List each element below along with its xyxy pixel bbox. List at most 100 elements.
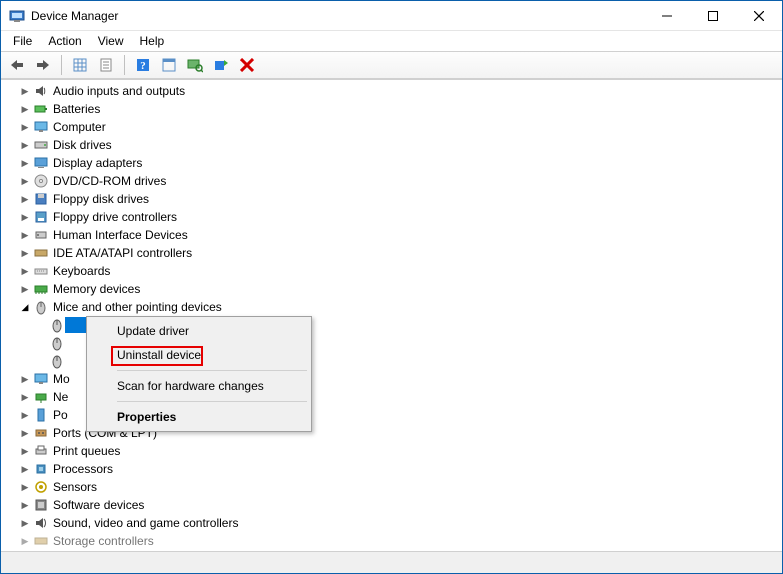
properties-button[interactable]: [94, 53, 118, 77]
chevron-right-icon[interactable]: ▶: [19, 427, 31, 439]
close-button[interactable]: [736, 1, 782, 30]
chevron-right-icon[interactable]: ▶: [19, 193, 31, 205]
tree-node-sensors[interactable]: ▶ Sensors: [1, 478, 782, 496]
ctx-label: Uninstall device: [117, 348, 201, 362]
tree-label: IDE ATA/ATAPI controllers: [53, 246, 192, 260]
options-button[interactable]: [157, 53, 181, 77]
uninstall-button[interactable]: [235, 53, 259, 77]
tree-node-display[interactable]: ▶ Display adapters: [1, 154, 782, 172]
tree-label: Audio inputs and outputs: [53, 84, 185, 98]
tree-label: Mo: [53, 372, 70, 386]
tree-node-floppy-ctrl[interactable]: ▶ Floppy drive controllers: [1, 208, 782, 226]
chevron-right-icon[interactable]: ▶: [19, 481, 31, 493]
chevron-right-icon[interactable]: ▶: [19, 175, 31, 187]
tree-node-mice[interactable]: ◢ Mice and other pointing devices: [1, 298, 782, 316]
chevron-right-icon[interactable]: ▶: [19, 265, 31, 277]
tree-label: Print queues: [53, 444, 120, 458]
context-menu: Update driver Uninstall device Scan for …: [86, 316, 312, 432]
chevron-right-icon[interactable]: ▶: [19, 229, 31, 241]
forward-button[interactable]: [31, 53, 55, 77]
ctx-label: Update driver: [117, 324, 189, 338]
chevron-right-icon[interactable]: ▶: [19, 535, 31, 547]
chevron-right-icon[interactable]: ▶: [19, 139, 31, 151]
tree-node-storage[interactable]: ▶ Storage controllers: [1, 532, 782, 550]
chevron-right-icon[interactable]: ▶: [19, 103, 31, 115]
menu-help[interactable]: Help: [132, 32, 173, 50]
ctx-properties[interactable]: Properties: [89, 405, 309, 429]
delete-x-icon: [240, 58, 254, 72]
grid-icon: [72, 57, 88, 73]
tree-label: Floppy disk drives: [53, 192, 149, 206]
tree-node-batteries[interactable]: ▶ Batteries: [1, 100, 782, 118]
network-icon: [33, 389, 49, 405]
tree-node-keyboards[interactable]: ▶ Keyboards: [1, 262, 782, 280]
tree-node-memory[interactable]: ▶ Memory devices: [1, 280, 782, 298]
back-button[interactable]: [5, 53, 29, 77]
chevron-right-icon[interactable]: ▶: [19, 121, 31, 133]
ctx-uninstall-device[interactable]: Uninstall device: [89, 343, 309, 367]
ctx-label: Scan for hardware changes: [117, 379, 264, 393]
chevron-right-icon[interactable]: ▶: [19, 409, 31, 421]
chevron-right-icon[interactable]: ▶: [19, 211, 31, 223]
tree-node-sound[interactable]: ▶ Sound, video and game controllers: [1, 514, 782, 532]
tree-node-ide[interactable]: ▶ IDE ATA/ATAPI controllers: [1, 244, 782, 262]
help-icon: ?: [135, 57, 151, 73]
update-driver-button[interactable]: [183, 53, 207, 77]
mouse-icon: [49, 317, 65, 333]
tree-node-dvd[interactable]: ▶ DVD/CD-ROM drives: [1, 172, 782, 190]
portable-icon: [33, 407, 49, 423]
tree-label: Po: [53, 408, 68, 422]
statusbar: [1, 551, 782, 573]
memory-icon: [33, 281, 49, 297]
scan-hardware-button[interactable]: [209, 53, 233, 77]
content-area: ▶ Audio inputs and outputs ▶ Batteries ▶…: [1, 79, 782, 551]
chevron-right-icon[interactable]: ▶: [19, 157, 31, 169]
tree-node-computer[interactable]: ▶ Computer: [1, 118, 782, 136]
mouse-icon: [49, 335, 65, 351]
disk-icon: [33, 137, 49, 153]
tree-node-processors[interactable]: ▶ Processors: [1, 460, 782, 478]
ctx-scan-hardware[interactable]: Scan for hardware changes: [89, 374, 309, 398]
chevron-right-icon[interactable]: ▶: [19, 247, 31, 259]
chevron-right-icon[interactable]: ▶: [19, 517, 31, 529]
tree-node-disk[interactable]: ▶ Disk drives: [1, 136, 782, 154]
storage-icon: [33, 533, 49, 549]
tree-node-software[interactable]: ▶ Software devices: [1, 496, 782, 514]
chevron-right-icon[interactable]: ▶: [19, 283, 31, 295]
toolbar: ?: [1, 51, 782, 79]
tree-label: Floppy drive controllers: [53, 210, 177, 224]
tree-node-hid[interactable]: ▶ Human Interface Devices: [1, 226, 782, 244]
ctx-update-driver[interactable]: Update driver: [89, 319, 309, 343]
help-button[interactable]: ?: [131, 53, 155, 77]
toolbar-separator: [61, 55, 62, 75]
chevron-right-icon[interactable]: ▶: [19, 391, 31, 403]
menu-view[interactable]: View: [90, 32, 132, 50]
app-icon: [9, 8, 25, 24]
chevron-right-icon[interactable]: ▶: [19, 85, 31, 97]
menu-file[interactable]: File: [5, 32, 40, 50]
chevron-down-icon[interactable]: ◢: [19, 301, 31, 313]
forward-icon: [35, 58, 51, 72]
tree-label: Storage controllers: [53, 534, 154, 548]
ctx-separator: [117, 401, 307, 402]
chevron-right-icon[interactable]: ▶: [19, 499, 31, 511]
chevron-right-icon[interactable]: ▶: [19, 463, 31, 475]
menu-action[interactable]: Action: [40, 32, 89, 50]
tree-node-floppy-disk[interactable]: ▶ Floppy disk drives: [1, 190, 782, 208]
tree-label: Batteries: [53, 102, 100, 116]
tree-node-print[interactable]: ▶ Print queues: [1, 442, 782, 460]
chevron-right-icon[interactable]: ▶: [19, 373, 31, 385]
software-icon: [33, 497, 49, 513]
tree-label: Memory devices: [53, 282, 140, 296]
cpu-icon: [33, 461, 49, 477]
minimize-button[interactable]: [644, 1, 690, 30]
scan-icon: [213, 57, 229, 73]
tree-label: Sensors: [53, 480, 97, 494]
chevron-right-icon[interactable]: ▶: [19, 445, 31, 457]
battery-icon: [33, 101, 49, 117]
maximize-button[interactable]: [690, 1, 736, 30]
disc-icon: [33, 173, 49, 189]
floppy-icon: [33, 191, 49, 207]
tree-node-audio[interactable]: ▶ Audio inputs and outputs: [1, 82, 782, 100]
show-hidden-button[interactable]: [68, 53, 92, 77]
